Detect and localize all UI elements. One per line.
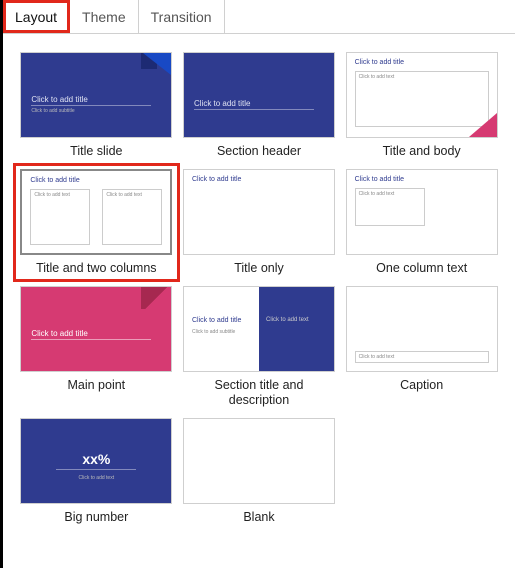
layout-grid: Click to add title Click to add subtitle… — [3, 34, 515, 535]
layout-title-body[interactable]: Click to add title Click to add text Tit… — [344, 52, 499, 159]
layout-one-column-text[interactable]: Click to add title Click to add text One… — [344, 169, 499, 276]
layout-caption: Title only — [234, 261, 284, 276]
layout-title-slide[interactable]: Click to add title Click to add subtitle… — [19, 52, 174, 159]
placeholder-text: Click to add text — [31, 190, 89, 200]
placeholder-text: Click to add text — [266, 317, 326, 323]
layout-caption-slide[interactable]: Click to add text Caption — [344, 286, 499, 408]
layout-main-point[interactable]: Click to add title Main point — [19, 286, 174, 408]
placeholder-subtitle: Click to add subtitle — [31, 108, 151, 114]
layout-caption: Title and body — [383, 144, 461, 159]
tab-theme[interactable]: Theme — [70, 0, 139, 33]
layout-caption: Main point — [67, 378, 125, 393]
tab-transition[interactable]: Transition — [139, 0, 225, 33]
layout-title-two-columns[interactable]: Click to add title Click to add text Cli… — [17, 167, 176, 278]
placeholder-text: Click to add text — [356, 189, 424, 199]
layout-caption: One column text — [376, 261, 467, 276]
placeholder-bignumber: xx% — [21, 451, 171, 470]
layout-section-header[interactable]: Click to add title Section header — [182, 52, 337, 159]
tabs-bar: Layout Theme Transition — [3, 0, 515, 34]
layout-caption: Blank — [243, 510, 274, 525]
layout-title-only[interactable]: Click to add title Title only — [182, 169, 337, 276]
placeholder-text: Click to add text — [356, 352, 488, 362]
placeholder-title: Click to add title — [355, 59, 404, 66]
layout-caption: Title and two columns — [36, 261, 156, 276]
placeholder-title: Click to add title — [194, 99, 314, 110]
placeholder-title: Click to add title — [355, 176, 404, 183]
layout-caption: Big number — [64, 510, 128, 525]
placeholder-text: Click to add text — [21, 475, 171, 481]
placeholder-subtitle: Click to add subtitle — [192, 329, 235, 335]
placeholder-text: Click to add text — [103, 190, 161, 200]
placeholder-title: Click to add title — [31, 329, 151, 340]
layout-caption: Section header — [217, 144, 301, 159]
layout-caption: Caption — [400, 378, 443, 393]
placeholder-title: Click to add title — [192, 317, 241, 324]
placeholder-title: Click to add title — [31, 95, 151, 106]
placeholder-title: Click to add title — [192, 176, 241, 183]
tab-layout[interactable]: Layout — [3, 0, 70, 33]
placeholder-text: Click to add text — [356, 72, 488, 82]
layout-caption: Section title and description — [183, 378, 335, 408]
layout-caption: Title slide — [70, 144, 122, 159]
placeholder-title: Click to add title — [30, 177, 79, 184]
layout-blank[interactable]: Blank — [182, 418, 337, 525]
layout-big-number[interactable]: xx% Click to add text Big number — [19, 418, 174, 525]
layout-section-title-desc[interactable]: Click to add title Click to add subtitle… — [182, 286, 337, 408]
